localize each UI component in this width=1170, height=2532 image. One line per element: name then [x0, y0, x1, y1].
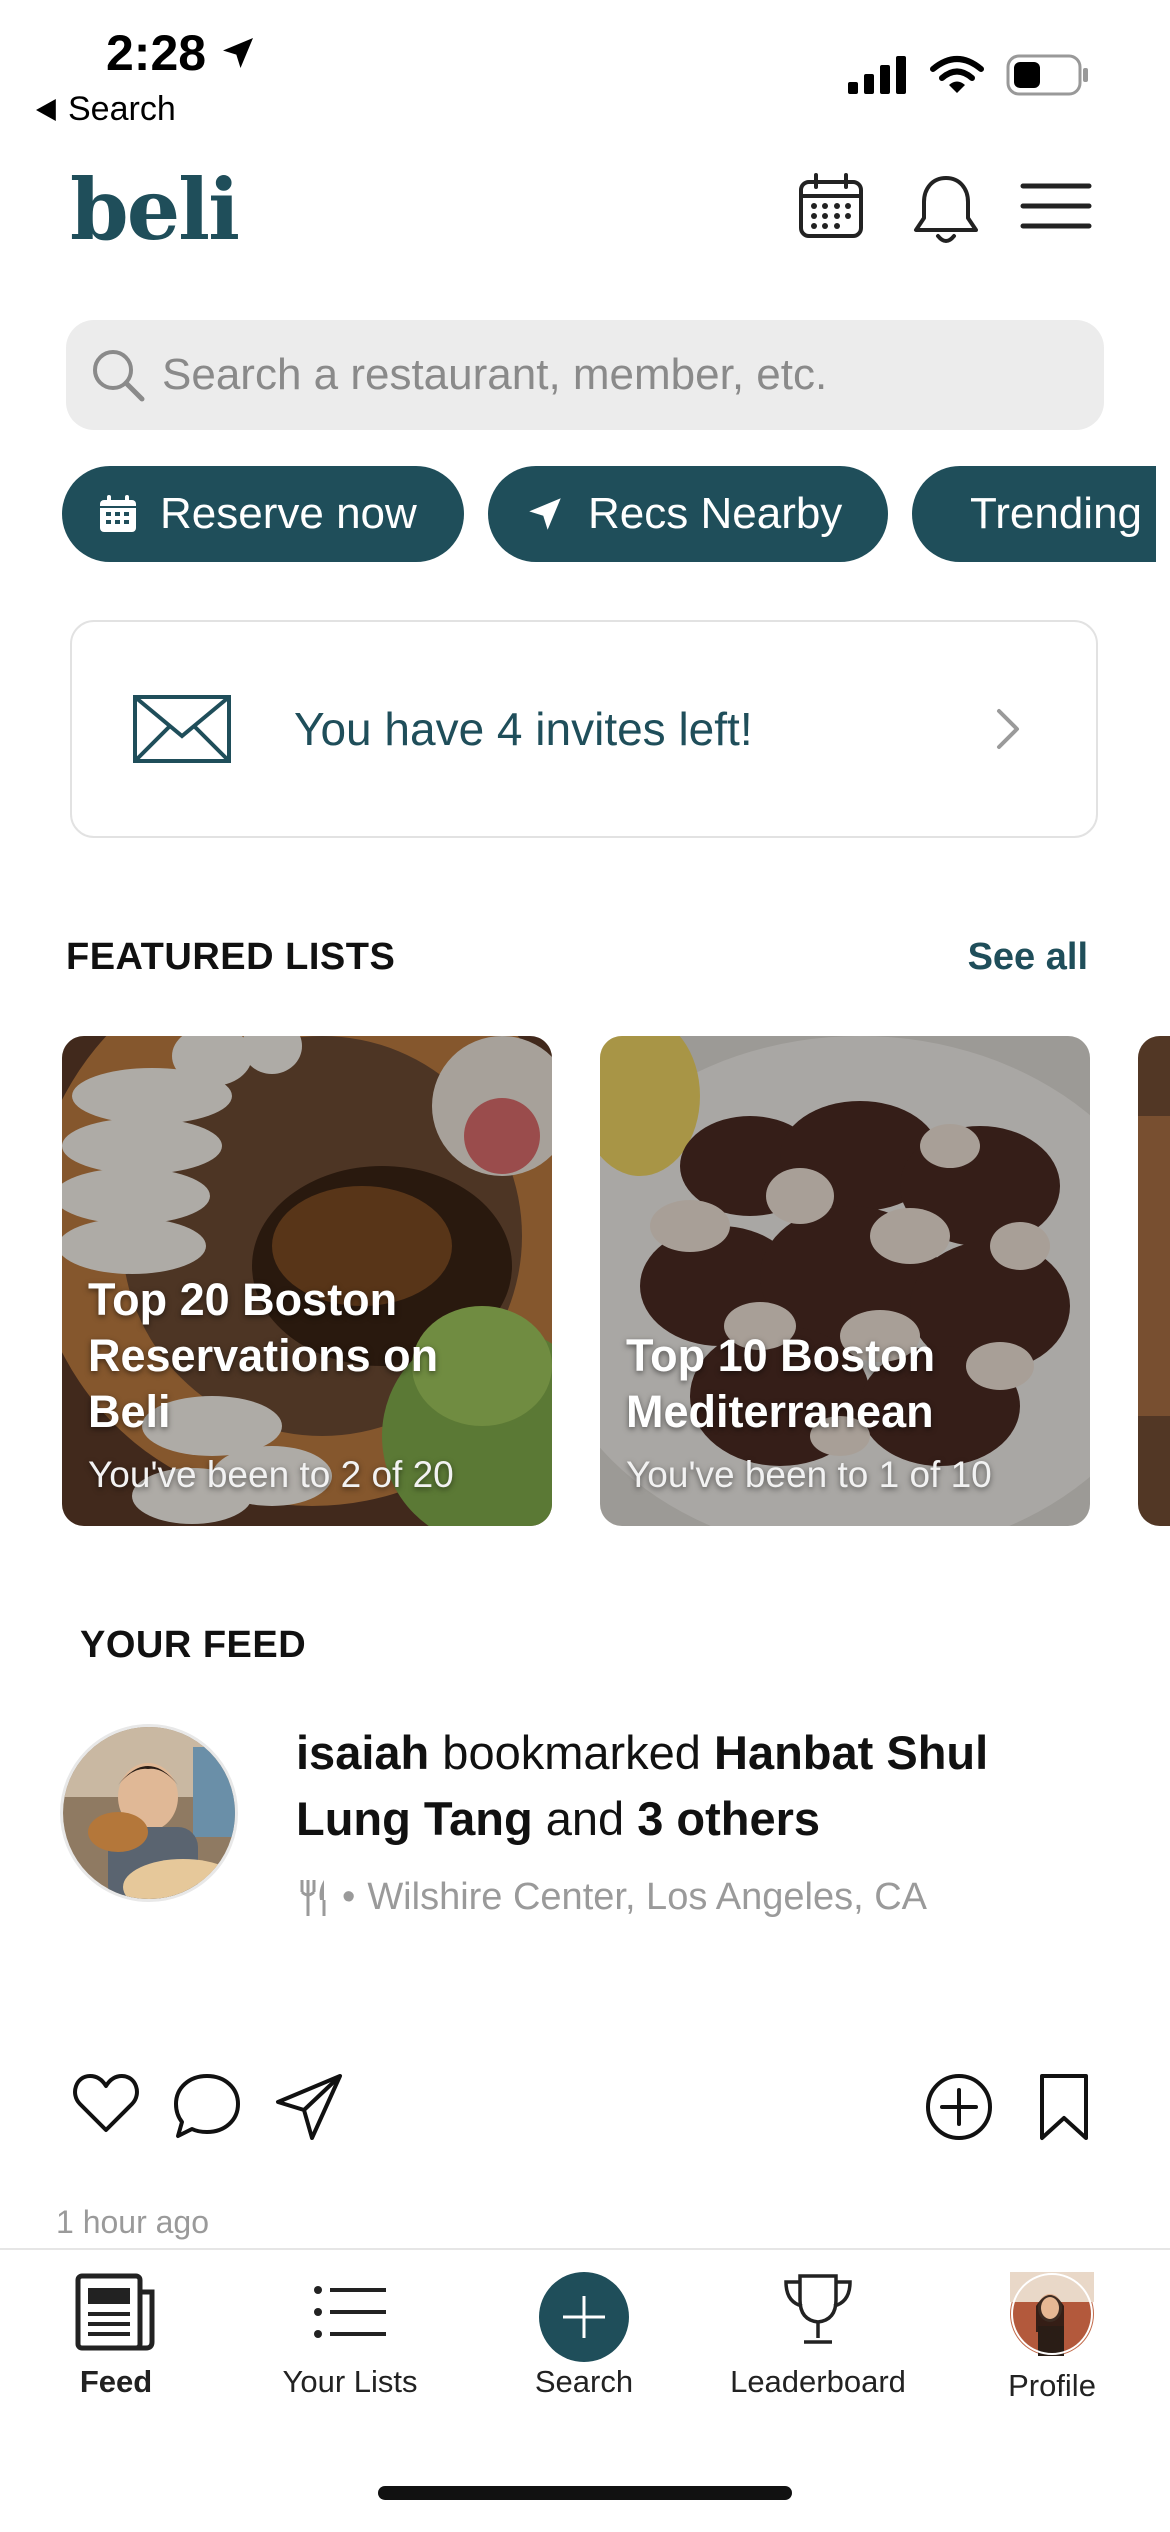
location-text: Wilshire Center, Los Angeles, CA [367, 1876, 928, 1918]
feed-username[interactable]: isaiah [296, 1726, 429, 1779]
tab-label: Your Lists [282, 2364, 418, 2399]
fork-knife-icon [300, 1879, 326, 1916]
tab-search[interactable]: Search [484, 2272, 684, 2400]
newspaper-icon [75, 2273, 155, 2351]
featured-list-card-partial[interactable] [1138, 1036, 1170, 1526]
tab-your-lists[interactable]: Your Lists [250, 2272, 450, 2400]
tab-label: Profile [1008, 2368, 1096, 2403]
featured-list-card[interactable]: Top 20 Boston Reservations on Beli You'v… [62, 1036, 552, 1526]
bullet-separator: • [342, 1876, 356, 1918]
status-time-text: 2:28 [106, 25, 207, 81]
location-arrow-icon [223, 38, 254, 68]
chip-reserve-now[interactable]: Reserve now [62, 466, 464, 562]
hamburger-menu-icon[interactable] [1020, 180, 1092, 232]
your-feed-heading: YOUR FEED [80, 1624, 307, 1666]
chip-trending[interactable]: Trending [912, 466, 1156, 562]
list-icon [314, 2286, 386, 2338]
user-photo [63, 1727, 235, 1899]
feed-connector: and [532, 1792, 638, 1845]
chevron-right-icon [997, 709, 1019, 749]
like-heart-icon[interactable] [72, 2072, 140, 2136]
tab-feed[interactable]: Feed [16, 2272, 216, 2400]
feed-item-line-2: Lung Tang and 3 others [296, 1786, 820, 1852]
chip-recs-nearby[interactable]: Recs Nearby [488, 466, 888, 562]
comment-bubble-icon[interactable] [172, 2072, 242, 2140]
back-triangle-icon [36, 98, 56, 121]
app-logo: beli [70, 160, 240, 259]
avatar[interactable] [60, 1724, 238, 1902]
wifi-icon [930, 56, 984, 93]
status-indicators [848, 54, 1090, 96]
feed-item-line-1: isaiah bookmarked Hanbat Shul [296, 1720, 988, 1786]
search-icon [93, 350, 145, 402]
cellular-signal-icon [848, 56, 906, 94]
featured-list-card[interactable]: Top 10 Boston Mediterranean You've been … [600, 1036, 1090, 1526]
food-photo-partial [1138, 1036, 1170, 1526]
feed-timestamp: 1 hour ago [56, 2204, 210, 2240]
card-subtitle: You've been to 2 of 20 [88, 1454, 454, 1495]
plus-icon [539, 2272, 629, 2362]
trophy-icon [784, 2274, 852, 2344]
tab-label: Feed [79, 2364, 153, 2399]
home-indicator [378, 2486, 792, 2500]
feed-restaurant-cont[interactable]: Lung Tang [296, 1792, 533, 1845]
tab-leaderboard[interactable]: Leaderboard [718, 2272, 918, 2400]
chip-label: Reserve now [160, 489, 417, 538]
search-placeholder: Search a restaurant, member, etc. [162, 350, 828, 399]
back-label: Search [68, 90, 176, 128]
invites-text: You have 4 invites left! [294, 703, 753, 755]
feed-location: • Wilshire Center, Los Angeles, CA [296, 1876, 927, 1919]
chip-label: Trending [970, 489, 1143, 538]
share-send-icon[interactable] [274, 2072, 344, 2142]
invites-card[interactable]: You have 4 invites left! [70, 620, 1098, 838]
bookmark-icon[interactable] [1036, 2072, 1092, 2142]
feed-action: bookmarked [429, 1726, 715, 1779]
back-to-search[interactable]: Search [36, 90, 176, 129]
see-all-link[interactable]: See all [968, 936, 1088, 979]
search-bar[interactable]: Search a restaurant, member, etc. [66, 320, 1104, 430]
add-circle-icon[interactable] [924, 2072, 994, 2142]
navigation-arrow-icon [529, 498, 561, 530]
card-overlay: Top 10 Boston Mediterranean You've been … [600, 1328, 1090, 1526]
profile-avatar [1010, 2272, 1094, 2356]
battery-icon [1006, 54, 1088, 96]
chip-label: Recs Nearby [588, 489, 843, 538]
envelope-icon [133, 695, 231, 763]
calendar-icon [100, 495, 136, 532]
card-title: Top 20 Boston Reservations on Beli [88, 1274, 439, 1437]
card-title: Top 10 Boston Mediterranean [626, 1330, 936, 1437]
tab-profile[interactable]: Profile [952, 2272, 1152, 2404]
calendar-icon[interactable] [796, 172, 866, 242]
status-time: 2:28 [106, 24, 258, 82]
card-subtitle: You've been to 1 of 10 [626, 1454, 992, 1495]
feed-restaurant[interactable]: Hanbat Shul [714, 1726, 988, 1779]
tab-label: Search [534, 2364, 634, 2399]
notifications-bell-icon[interactable] [910, 172, 982, 248]
feed-others[interactable]: 3 others [637, 1792, 820, 1845]
featured-lists-heading: FEATURED LISTS [66, 936, 396, 978]
card-overlay: Top 20 Boston Reservations on Beli You'v… [62, 1272, 552, 1526]
tab-label: Leaderboard [730, 2364, 906, 2399]
